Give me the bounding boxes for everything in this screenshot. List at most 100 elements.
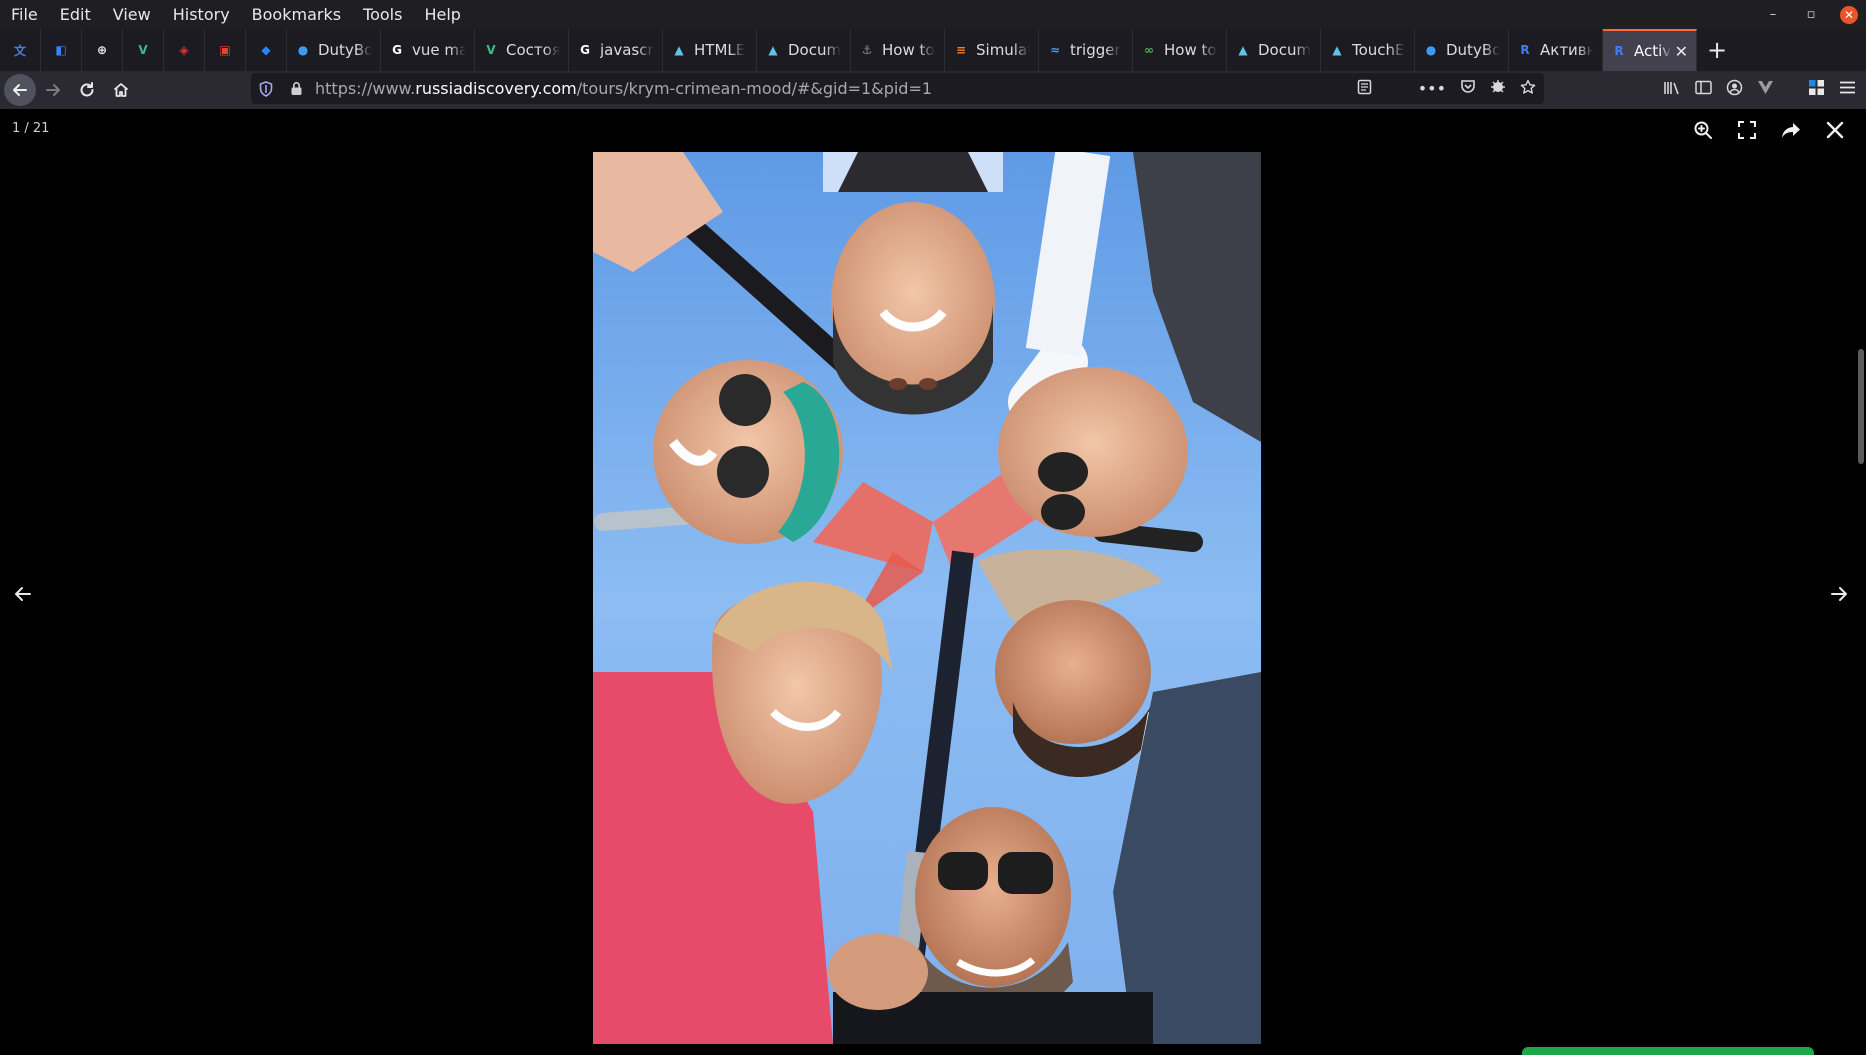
browser-tab[interactable]: 文 (0, 29, 41, 71)
menu-edit[interactable]: Edit (49, 0, 102, 29)
page-scrollbar-thumb[interactable] (1858, 349, 1864, 464)
tab-title: Состоя (506, 41, 560, 59)
browser-tab[interactable]: V (123, 29, 164, 71)
browser-tab[interactable]: ⚓ How to (851, 29, 945, 71)
close-window-button[interactable]: ✕ (1840, 5, 1858, 24)
gallery-photo[interactable] (593, 152, 1261, 1044)
fullscreen-button[interactable] (1734, 117, 1760, 143)
reader-view-icon[interactable] (1357, 79, 1372, 99)
browser-tab[interactable]: ● DutyBo (287, 29, 381, 71)
sidebar-icon[interactable] (1695, 80, 1712, 100)
wave-icon: ≈ (1049, 43, 1061, 57)
menu-file[interactable]: File (0, 0, 49, 29)
hamburger-menu-icon[interactable] (1839, 80, 1856, 100)
browser-tab[interactable]: Gjavascri (569, 29, 663, 71)
menu-bookmarks[interactable]: Bookmarks (241, 0, 352, 29)
restore-button[interactable]: ▫ (1802, 6, 1820, 24)
tab-title: javascri (600, 41, 654, 59)
url-bar[interactable]: https://www.russiadiscovery.com/tours/kr… (251, 73, 1544, 104)
arrow-left-icon (15, 587, 31, 601)
next-photo-button[interactable] (1824, 579, 1854, 609)
gallery-viewer: 1 / 21 (0, 109, 1866, 1055)
tab-title: How to (1164, 41, 1217, 59)
pocket-icon[interactable] (1460, 79, 1476, 98)
window-controls: – ▫ ✕ (1764, 0, 1858, 29)
google-icon: G (580, 43, 590, 57)
lock-icon[interactable] (281, 81, 311, 96)
stackoverflow-icon: ≡ (955, 43, 967, 57)
bitwarden-icon: ◧ (55, 43, 67, 57)
tab-title: TouchE (1352, 41, 1405, 59)
browser-tab[interactable]: ▲ Docum (1227, 29, 1321, 71)
tab-close-icon[interactable]: ✕ (1675, 42, 1688, 61)
url-bar-actions: ••• (1357, 79, 1536, 99)
browser-tab[interactable]: ≈ trigger (1039, 29, 1133, 71)
jira-icon: ◆ (261, 43, 271, 57)
zoom-button[interactable] (1690, 117, 1716, 143)
browser-tab[interactable]: ◧ (41, 29, 82, 71)
reload-button[interactable] (70, 74, 104, 106)
browser-tab[interactable]: ▲ Docum (757, 29, 851, 71)
menu-help[interactable]: Help (413, 0, 471, 29)
menu-tools[interactable]: Tools (352, 0, 413, 29)
mdn-icon: ▲ (674, 43, 684, 57)
arrow-right-icon (46, 84, 60, 96)
browser-tab[interactable]: R Активн (1509, 29, 1603, 71)
library-icon[interactable] (1663, 80, 1681, 101)
tab-title: trigger (1070, 41, 1121, 59)
browser-tab[interactable]: V Состоя (475, 29, 569, 71)
forward-button[interactable] (36, 74, 70, 106)
back-button[interactable] (4, 74, 36, 106)
fullscreen-icon (1738, 121, 1756, 139)
browser-tab[interactable]: ⊕ (82, 29, 123, 71)
menu-view[interactable]: View (102, 0, 162, 29)
tab-title: Docum (1258, 41, 1312, 59)
mdn-icon: ▲ (768, 43, 778, 57)
tracking-protection-icon[interactable] (251, 80, 281, 97)
chat-widget-bar[interactable] (1522, 1047, 1814, 1055)
tab-title: vue ma (412, 41, 466, 59)
new-tab-button[interactable]: + (1697, 29, 1737, 71)
browser-tab[interactable]: ∞ How to (1133, 29, 1227, 71)
vue-icon: V (486, 43, 496, 57)
page-actions-icon[interactable]: ••• (1418, 79, 1446, 98)
minimize-button[interactable]: – (1764, 6, 1782, 24)
dutybot-icon: ● (297, 43, 309, 57)
mdn-icon: ▲ (1238, 43, 1248, 57)
url-text[interactable]: https://www.russiadiscovery.com/tours/kr… (315, 79, 932, 98)
arrow-left-icon (13, 84, 27, 96)
home-icon (113, 83, 129, 97)
menu-history[interactable]: History (162, 0, 241, 29)
url-path: /tours/krym-crimean-mood/#&gid=1&pid=1 (576, 79, 933, 98)
browser-tab[interactable]: ◆ (246, 29, 287, 71)
arrow-right-icon (1831, 587, 1847, 601)
extension-bug-icon[interactable] (1490, 79, 1506, 99)
tab-title: How to (882, 41, 935, 59)
tab-title: DutyBo (1446, 41, 1500, 59)
rd-icon: R (1614, 44, 1624, 58)
google-icon: G (392, 43, 402, 57)
extensions-icon[interactable] (1808, 79, 1825, 101)
bookmark-star-icon[interactable] (1520, 79, 1536, 99)
tab-active[interactable]: R Activ ✕ (1603, 29, 1697, 71)
account-icon[interactable] (1726, 79, 1743, 101)
url-prefix: https://www. (315, 79, 416, 98)
share-button[interactable] (1778, 117, 1804, 143)
browser-tab[interactable]: ● DutyBo (1415, 29, 1509, 71)
home-button[interactable] (104, 74, 138, 106)
browser-tab[interactable]: ◈ (164, 29, 205, 71)
vue-devtools-icon[interactable] (1757, 80, 1774, 100)
globe-icon: ⊕ (96, 43, 108, 57)
browser-tab[interactable]: ▲ HTMLE (663, 29, 757, 71)
mdn-icon: ▲ (1332, 43, 1342, 57)
tab-title: Simulat (976, 41, 1030, 59)
browser-tab[interactable]: ≡ Simulat (945, 29, 1039, 71)
tab-title: Activ (1634, 42, 1672, 60)
gallery-counter: 1 / 21 (12, 121, 50, 136)
browser-tab[interactable]: Gvue ma (381, 29, 475, 71)
browser-tab[interactable]: ▲ TouchE (1321, 29, 1415, 71)
previous-photo-button[interactable] (8, 579, 38, 609)
anchor-icon: ⚓ (861, 43, 873, 57)
browser-tab[interactable]: ▣ (205, 29, 246, 71)
close-gallery-button[interactable] (1822, 117, 1848, 143)
